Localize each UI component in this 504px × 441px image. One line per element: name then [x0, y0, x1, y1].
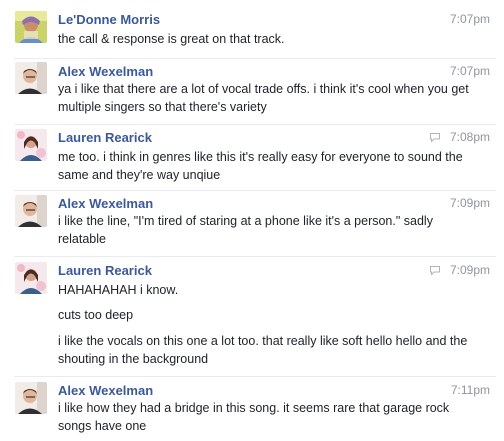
message-group: Lauren Rearick 7:09pm HAHAHAHAH i know. …	[0, 256, 504, 376]
sender-name[interactable]: Lauren Rearick	[58, 263, 152, 278]
message-timestamp: 7:07pm	[449, 64, 490, 78]
message-timestamp: 7:09pm	[449, 196, 490, 210]
message-text: the call & response is great on that tra…	[58, 32, 285, 46]
lauren-avatar[interactable]	[15, 129, 47, 161]
message-group: Alex Wexelman 7:09pm i like the line, "I…	[0, 190, 504, 250]
message-text: ya i like that there are a lot of vocal …	[58, 82, 469, 114]
sender-name[interactable]: Le'Donne Morris	[58, 12, 160, 27]
message-timestamp: 7:08pm	[449, 130, 490, 144]
message-group: Lauren Rearick 7:08pm me too. i think in…	[0, 124, 504, 184]
alex-avatar[interactable]	[15, 382, 47, 414]
sender-name[interactable]: Alex Wexelman	[58, 64, 153, 79]
sender-name[interactable]: Lauren Rearick	[58, 130, 152, 145]
message-timestamp: 7:11pm	[450, 383, 490, 397]
message-text: cuts too deep	[58, 308, 134, 322]
message-text: i like how they had a bridge in this son…	[58, 401, 450, 433]
message-divider	[14, 256, 496, 257]
message-divider	[14, 58, 496, 59]
message-text: i like the line, "I'm tired of staring a…	[58, 214, 433, 246]
sender-name[interactable]: Alex Wexelman	[58, 196, 153, 211]
message-group: Le'Donne Morris 7:07pm the call & respon…	[0, 0, 504, 58]
sender-name[interactable]: Alex Wexelman	[58, 383, 153, 398]
message-divider	[14, 124, 496, 125]
message-seen-icon	[430, 266, 440, 275]
message-text: me too. i think in genres like this it's…	[58, 150, 463, 182]
ledonne-avatar[interactable]	[15, 11, 47, 43]
message-divider	[14, 376, 496, 377]
lauren-avatar[interactable]	[15, 262, 47, 294]
message-text: i like the vocals on this one a lot too.…	[58, 334, 468, 366]
message-text: HAHAHAHAH i know.	[58, 283, 179, 297]
message-divider	[14, 190, 496, 191]
alex-avatar[interactable]	[15, 62, 47, 94]
message-timestamp: 7:09pm	[449, 263, 490, 277]
message-group: Alex Wexelman 7:11pm i like how they had…	[0, 376, 504, 441]
alex-avatar[interactable]	[15, 195, 47, 227]
message-seen-icon	[430, 133, 440, 142]
message-group: Alex Wexelman 7:07pm ya i like that ther…	[0, 58, 504, 118]
message-thread: Le'Donne Morris 7:07pm the call & respon…	[0, 0, 504, 441]
message-timestamp: 7:07pm	[449, 12, 490, 26]
